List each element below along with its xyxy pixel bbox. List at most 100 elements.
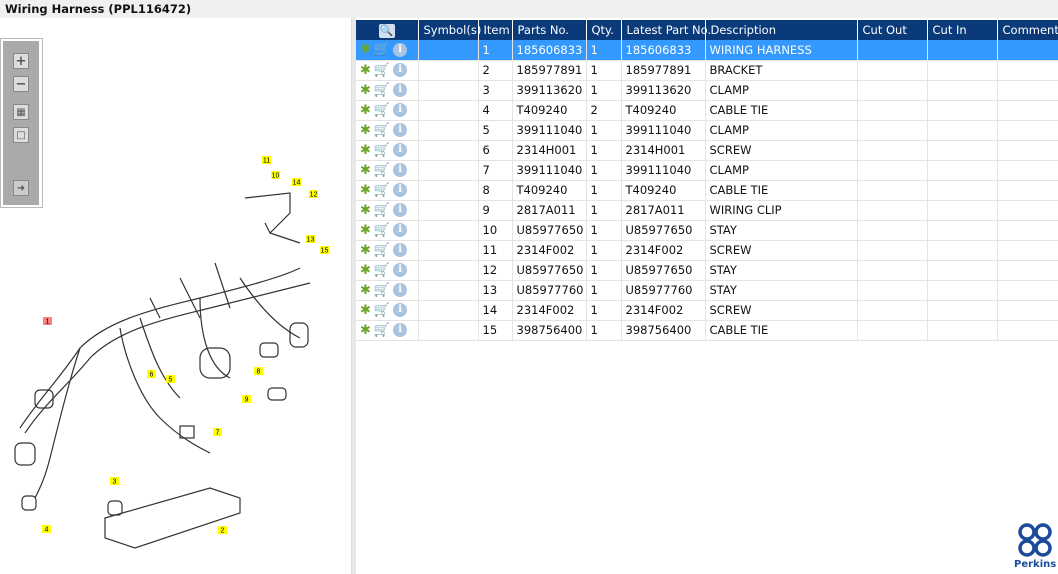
table-row[interactable]: ✱ 🛒 i 13 U85977760 1 U85977760 STAY [356, 280, 1058, 301]
callout-5[interactable]: 5 [166, 375, 175, 384]
gear-icon[interactable]: ✱ [360, 103, 371, 118]
cart-icon[interactable]: 🛒 [374, 203, 390, 218]
info-icon[interactable]: i [393, 323, 408, 337]
table-row[interactable]: ✱ 🛒 i 9 2817A011 1 2817A011 WIRING CLIP [356, 200, 1058, 221]
cart-icon[interactable]: 🛒 [374, 263, 390, 278]
callout-2[interactable]: 2 [218, 526, 227, 535]
table-row[interactable]: ✱ 🛒 i 14 2314F002 1 2314F002 SCREW [356, 300, 1058, 321]
cart-icon[interactable]: 🛒 [374, 163, 390, 178]
callout-9[interactable]: 9 [242, 395, 251, 404]
actual-size-button[interactable]: □ [13, 127, 29, 143]
header-search-icon-cell[interactable]: 🔍 [356, 20, 419, 40]
table-row[interactable]: ✱ 🛒 i 10 U85977650 1 U85977650 STAY [356, 220, 1058, 241]
column-header[interactable]: Parts No. [512, 20, 587, 40]
gear-icon[interactable]: ✱ [360, 42, 371, 57]
column-header[interactable]: Qty. [586, 20, 622, 40]
info-icon[interactable]: i [393, 163, 408, 177]
table-row[interactable]: ✱ 🛒 i 4 T409240 2 T409240 CABLE TIE [356, 100, 1058, 121]
zoom-in-button[interactable]: + [13, 53, 29, 69]
callout-11[interactable]: 11 [262, 156, 271, 165]
info-icon[interactable]: i [393, 283, 408, 297]
callout-14[interactable]: 14 [292, 178, 301, 187]
gear-icon[interactable]: ✱ [360, 243, 371, 258]
qty-cell: 1 [586, 240, 622, 261]
callout-7[interactable]: 7 [213, 428, 222, 437]
cart-icon[interactable]: 🛒 [374, 323, 390, 338]
gear-icon[interactable]: ✱ [360, 63, 371, 78]
info-icon[interactable]: i [393, 183, 408, 197]
fit-all-button[interactable]: ▦ [13, 104, 29, 120]
column-header[interactable]: Description [705, 20, 858, 40]
cart-icon[interactable]: 🛒 [374, 103, 390, 118]
info-icon[interactable]: i [393, 83, 408, 97]
gear-icon[interactable]: ✱ [360, 83, 371, 98]
cart-icon[interactable]: 🛒 [374, 183, 390, 198]
callout-8[interactable]: 8 [254, 367, 263, 376]
column-header[interactable]: Cut Out [857, 20, 928, 40]
svg-text:3: 3 [113, 479, 117, 486]
callout-12[interactable]: 12 [309, 190, 318, 199]
export-list-button[interactable]: ➜ [13, 180, 29, 196]
gear-icon[interactable]: ✱ [360, 123, 371, 138]
search-icon[interactable]: 🔍 [378, 23, 395, 38]
table-row[interactable]: ✱ 🛒 i 7 399111040 1 399111040 CLAMP [356, 160, 1058, 181]
part-cell: U85977760 [512, 280, 587, 301]
cart-icon[interactable]: 🛒 [374, 123, 390, 138]
gear-icon[interactable]: ✱ [360, 303, 371, 318]
column-header[interactable]: Cut In [927, 20, 998, 40]
info-icon[interactable]: i [393, 203, 408, 217]
gear-icon[interactable]: ✱ [360, 223, 371, 238]
table-row[interactable]: ✱ 🛒 i 6 2314H001 1 2314H001 SCREW [356, 140, 1058, 161]
table-row[interactable]: ✱ 🛒 i 2 185977891 1 185977891 BRACKET [356, 60, 1058, 81]
cart-icon[interactable]: 🛒 [374, 283, 390, 298]
cart-icon[interactable]: 🛒 [374, 243, 390, 258]
column-header[interactable]: Comment [997, 20, 1058, 40]
info-icon[interactable]: i [393, 123, 408, 137]
cart-icon[interactable]: 🛒 [374, 42, 390, 57]
cart-icon[interactable]: 🛒 [374, 63, 390, 78]
callout-1[interactable]: 1 [43, 317, 52, 326]
table-row[interactable]: ✱ 🛒 i 15 398756400 1 398756400 CABLE TIE [356, 320, 1058, 341]
table-row[interactable]: ✱ 🛒 i 11 2314F002 1 2314F002 SCREW [356, 240, 1058, 261]
info-icon[interactable]: i [393, 243, 408, 257]
info-icon[interactable]: i [393, 42, 408, 57]
gear-icon[interactable]: ✱ [360, 183, 371, 198]
info-icon[interactable]: i [393, 223, 408, 237]
gear-icon[interactable]: ✱ [360, 283, 371, 298]
callout-13[interactable]: 13 [306, 235, 315, 244]
column-header[interactable]: Item [478, 20, 513, 40]
cart-icon[interactable]: 🛒 [374, 303, 390, 318]
callout-10[interactable]: 10 [271, 171, 280, 180]
gear-icon[interactable]: ✱ [360, 263, 371, 278]
comment-cell [997, 120, 1058, 141]
exploded-diagram[interactable]: 11 10 14 12 13 15 1 8 6 5 9 7 3 4 2 [0, 18, 352, 574]
gear-icon[interactable]: ✱ [360, 143, 371, 158]
callout-15[interactable]: 15 [320, 246, 329, 255]
gear-icon[interactable]: ✱ [360, 323, 371, 338]
table-row[interactable]: ✱ 🛒 i 12 U85977650 1 U85977650 STAY [356, 260, 1058, 281]
table-row[interactable]: ✱ 🛒 i 3 399113620 1 399113620 CLAMP [356, 80, 1058, 101]
callout-4[interactable]: 4 [42, 525, 51, 534]
info-icon[interactable]: i [393, 303, 408, 317]
latest-cell: 398756400 [621, 320, 706, 341]
info-icon[interactable]: i [393, 263, 408, 277]
gear-icon[interactable]: ✱ [360, 203, 371, 218]
gear-icon[interactable]: ✱ [360, 163, 371, 178]
callout-3[interactable]: 3 [110, 477, 119, 486]
diagram-panel[interactable]: 11 10 14 12 13 15 1 8 6 5 9 7 3 4 2 + − ▦ □ ➜ [0, 18, 352, 574]
table-row[interactable]: ✱ 🛒 i 8 T409240 1 T409240 CABLE TIE [356, 180, 1058, 201]
cut-in-cell [927, 140, 998, 161]
cart-icon[interactable]: 🛒 [374, 83, 390, 98]
callout-6[interactable]: 6 [147, 370, 156, 379]
info-icon[interactable]: i [393, 63, 408, 77]
cart-icon[interactable]: 🛒 [374, 143, 390, 158]
info-icon[interactable]: i [393, 103, 408, 117]
info-icon[interactable]: i [393, 143, 408, 157]
table-row[interactable]: ✱ 🛒 i 1 185606833 1 185606833 WIRING HARNESS [356, 40, 1058, 61]
table-row[interactable]: ✱ 🛒 i 5 399111040 1 399111040 CLAMP [356, 120, 1058, 141]
zoom-out-button[interactable]: − [13, 76, 29, 92]
column-header[interactable]: Latest Part No. [621, 20, 711, 40]
cart-icon[interactable]: 🛒 [374, 223, 390, 238]
desc-cell: STAY [705, 260, 858, 281]
column-header[interactable]: Symbol(s) [418, 20, 481, 40]
